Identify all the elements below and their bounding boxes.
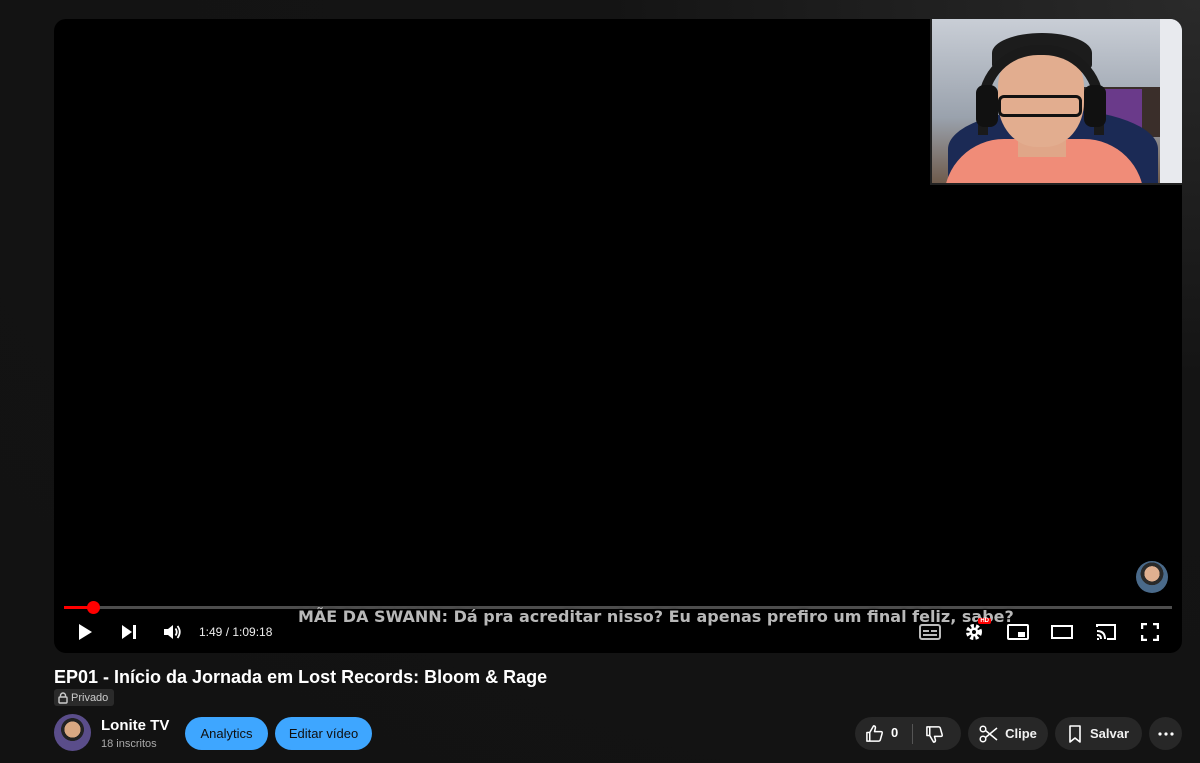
volume-button[interactable]: [155, 617, 189, 647]
like-divider: [912, 724, 913, 744]
theater-mode-button[interactable]: [1045, 617, 1079, 647]
channel-name[interactable]: Lonite TV: [101, 717, 169, 734]
fullscreen-button[interactable]: [1133, 617, 1167, 647]
miniplayer-button[interactable]: [1001, 617, 1035, 647]
save-label: Salvar: [1089, 726, 1130, 741]
save-button[interactable]: Salvar: [1055, 717, 1142, 750]
hd-badge: HD: [978, 618, 991, 624]
thumbs-up-icon: [866, 725, 883, 742]
fullscreen-icon: [1141, 623, 1159, 641]
channel-avatar[interactable]: [54, 714, 91, 751]
gear-icon: [966, 624, 982, 640]
webcam-overlay: [930, 19, 1182, 185]
more-horizontal-icon: [1157, 731, 1174, 736]
bookmark-icon: [1069, 724, 1081, 743]
theater-icon: [1051, 625, 1073, 639]
like-button[interactable]: [865, 724, 884, 748]
progress-scrubber[interactable]: [87, 601, 101, 614]
video-player[interactable]: MÃE DA SWANN: Dá pra acreditar nisso? Eu…: [54, 19, 1182, 653]
cast-button[interactable]: [1089, 617, 1123, 647]
time-display: 1:49 / 1:09:18: [199, 625, 273, 639]
like-dislike-group: 0: [855, 717, 961, 750]
privacy-badge: Privado: [54, 689, 115, 706]
video-title: EP01 - Início da Jornada em Lost Records…: [54, 667, 548, 687]
dislike-button[interactable]: [925, 725, 944, 749]
volume-icon: [164, 625, 181, 639]
cast-icon: [1096, 624, 1116, 640]
next-button[interactable]: [112, 617, 146, 647]
like-count: 0: [891, 725, 899, 740]
subtitles-button[interactable]: [913, 617, 947, 647]
clip-button[interactable]: Clipe: [968, 717, 1048, 750]
settings-button[interactable]: HD: [957, 617, 991, 647]
next-icon: [122, 625, 136, 639]
subscriber-count: 18 inscritos: [101, 738, 157, 750]
more-actions-button[interactable]: [1149, 717, 1182, 750]
subtitles-icon: [919, 624, 941, 640]
thumbs-down-icon: [926, 726, 943, 743]
play-icon: [79, 624, 92, 640]
clip-label: Clipe: [1005, 726, 1037, 741]
miniplayer-icon: [1007, 624, 1029, 640]
edit-video-button[interactable]: Editar vídeo: [275, 717, 372, 750]
lock-icon: [58, 691, 68, 704]
player-controls: 1:49 / 1:09:18 HD: [54, 615, 1182, 653]
privacy-label: Privado: [71, 691, 109, 704]
channel-watermark-avatar[interactable]: [1136, 561, 1168, 593]
analytics-button[interactable]: Analytics: [185, 717, 268, 750]
scissors-icon: [979, 724, 998, 743]
play-button[interactable]: [68, 617, 102, 647]
